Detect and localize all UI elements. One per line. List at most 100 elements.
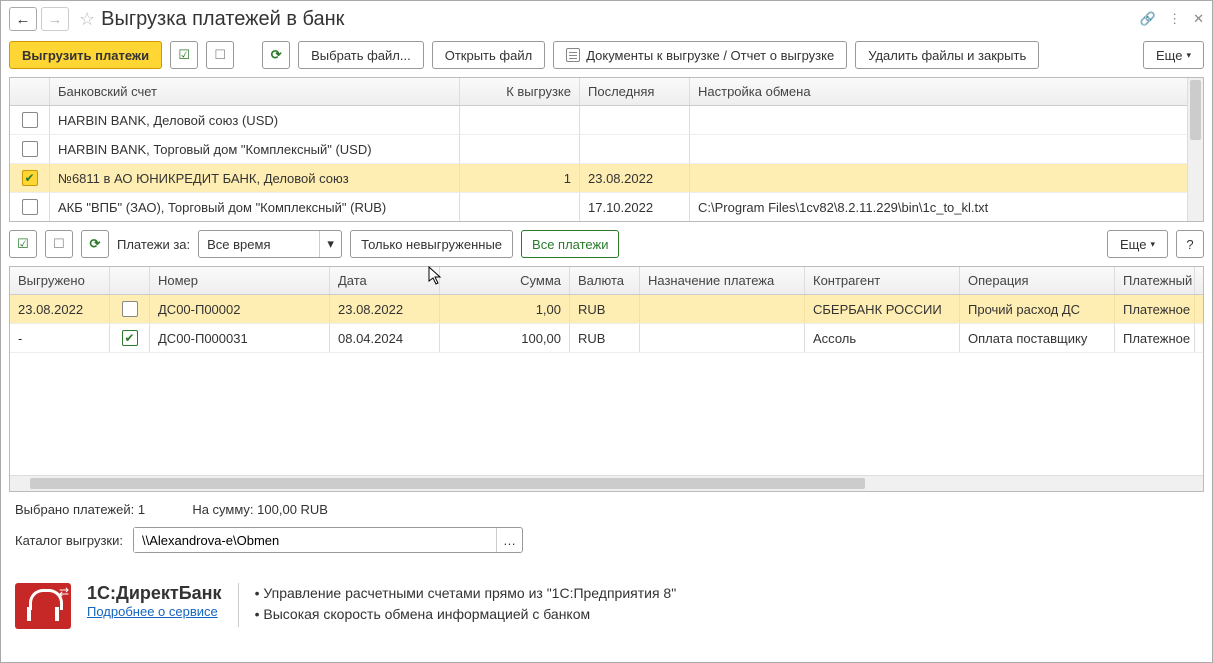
promo-separator <box>238 583 239 627</box>
select-file-button[interactable]: Выбрать файл... <box>298 41 424 69</box>
account-to-upload <box>460 135 580 163</box>
payment-doc-type: Платежное <box>1115 324 1195 352</box>
more-button-payments[interactable]: Еще▾ <box>1107 230 1168 258</box>
payment-checkbox[interactable] <box>122 330 138 346</box>
payment-row[interactable]: 23.08.2022ДС00-П0000223.08.20221,00RUBСБ… <box>10 295 1203 324</box>
payment-doc-type: Платежное <box>1115 295 1195 323</box>
account-checkbox[interactable] <box>22 199 38 215</box>
docs-report-button[interactable]: Документы к выгрузке / Отчет о выгрузке <box>553 41 847 69</box>
nav-forward-button[interactable]: → <box>41 7 69 31</box>
payment-date: 08.04.2024 <box>330 324 440 352</box>
promo-learn-more-link[interactable]: Подробнее о сервисе <box>87 604 222 619</box>
account-last-date: 17.10.2022 <box>580 193 690 221</box>
account-last-date: 23.08.2022 <box>580 164 690 192</box>
payment-row[interactable]: - ДС00-П00003108.04.2024100,00RUB АссольОп… <box>10 324 1203 353</box>
menu-dots-icon[interactable]: ⋮ <box>1168 11 1181 27</box>
help-button[interactable]: ? <box>1176 230 1204 258</box>
col-counterparty[interactable]: Контрагент <box>805 267 960 294</box>
col-purpose[interactable]: Назначение платежа <box>640 267 805 294</box>
col-sum[interactable]: Сумма <box>440 267 570 294</box>
account-config-path <box>690 106 1203 134</box>
payments-h-scrollbar[interactable] <box>10 475 1203 491</box>
col-operation[interactable]: Операция <box>960 267 1115 294</box>
promo-features: • Управление расчетными счетами прямо из… <box>255 583 677 625</box>
account-name: HARBIN BANK, Торговый дом "Комплексный" … <box>50 135 460 163</box>
account-row[interactable]: №6811 в АО ЮНИКРЕДИТ БАНК, Деловой союз1… <box>10 164 1203 193</box>
all-payments-toggle[interactable]: Все платежи <box>521 230 619 258</box>
account-row[interactable]: HARBIN BANK, Торговый дом "Комплексный" … <box>10 135 1203 164</box>
open-file-button[interactable]: Открыть файл <box>432 41 545 69</box>
payment-uploaded-date: - <box>10 324 110 352</box>
account-name: №6811 в АО ЮНИКРЕДИТ БАНК, Деловой союз <box>50 164 460 192</box>
col-last[interactable]: Последняя <box>580 78 690 105</box>
col-date[interactable]: Дата <box>330 267 440 294</box>
payment-date: 23.08.2022 <box>330 295 440 323</box>
delete-files-close-button[interactable]: Удалить файлы и закрыть <box>855 41 1039 69</box>
promo-title: 1С:ДиректБанк <box>87 583 222 604</box>
account-name: HARBIN BANK, Деловой союз (USD) <box>50 106 460 134</box>
account-row[interactable]: АКБ "ВПБ" (ЗАО), Торговый дом "Комплексн… <box>10 193 1203 222</box>
payment-uploaded-date: 23.08.2022 <box>10 295 110 323</box>
page-title: Выгрузка платежей в банк <box>101 8 1140 31</box>
payment-purpose <box>640 324 805 352</box>
payment-operation: Оплата поставщику <box>960 324 1115 352</box>
catalog-browse-button[interactable]: … <box>496 528 522 552</box>
only-not-uploaded-toggle[interactable]: Только невыгруженные <box>350 230 513 258</box>
period-dropdown[interactable]: Все время ▾ <box>198 230 342 258</box>
payment-currency: RUB <box>570 324 640 352</box>
payment-sum: 1,00 <box>440 295 570 323</box>
dropdown-caret-icon: ▾ <box>319 231 341 257</box>
refresh-button[interactable]: ⟳ <box>262 41 290 69</box>
catalog-label: Каталог выгрузки: <box>15 533 123 548</box>
account-config-path <box>690 135 1203 163</box>
catalog-path-input[interactable]: … <box>133 527 523 553</box>
account-checkbox[interactable] <box>22 141 38 157</box>
accounts-scrollbar[interactable] <box>1187 78 1203 221</box>
col-number[interactable]: Номер <box>150 267 330 294</box>
account-to-upload <box>460 106 580 134</box>
payment-currency: RUB <box>570 295 640 323</box>
col-currency[interactable]: Валюта <box>570 267 640 294</box>
uncheck-all-payments-icon[interactable]: ☐ <box>45 230 73 258</box>
upload-payments-button[interactable]: Выгрузить платежи <box>9 41 162 69</box>
account-row[interactable]: HARBIN BANK, Деловой союз (USD) <box>10 106 1203 135</box>
directbank-logo-icon: ⇄ <box>15 583 71 629</box>
payment-counterparty: Ассоль <box>805 324 960 352</box>
uncheck-all-icon[interactable]: ☐ <box>206 41 234 69</box>
more-button-top[interactable]: Еще▾ <box>1143 41 1204 69</box>
col-uploaded[interactable]: Выгружено <box>10 267 110 294</box>
col-exchange-config[interactable]: Настройка обмена <box>690 78 1203 105</box>
payments-period-label: Платежи за: <box>117 237 190 252</box>
document-icon <box>566 48 580 62</box>
link-icon[interactable]: 🔗 <box>1140 11 1156 27</box>
account-last-date <box>580 106 690 134</box>
payment-checkbox[interactable] <box>122 301 138 317</box>
col-payment-doc[interactable]: Платежный <box>1115 267 1195 294</box>
check-all-payments-icon[interactable]: ☑ <box>9 230 37 258</box>
nav-back-button[interactable]: ← <box>9 7 37 31</box>
payment-counterparty: СБЕРБАНК РОССИИ <box>805 295 960 323</box>
account-to-upload: 1 <box>460 164 580 192</box>
account-config-path <box>690 164 1203 192</box>
catalog-path-field[interactable] <box>134 528 496 552</box>
account-to-upload <box>460 193 580 221</box>
col-to-upload[interactable]: К выгрузке <box>460 78 580 105</box>
payment-purpose <box>640 295 805 323</box>
close-window-icon[interactable]: ✕ <box>1193 11 1204 27</box>
account-checkbox[interactable] <box>22 170 38 186</box>
favorite-star-icon[interactable]: ☆ <box>79 9 95 30</box>
account-config-path: C:\Program Files\1cv82\8.2.11.229\bin\1c… <box>690 193 1203 221</box>
payment-number: ДС00-П000031 <box>150 324 330 352</box>
payment-operation: Прочий расход ДС <box>960 295 1115 323</box>
refresh-payments-button[interactable]: ⟳ <box>81 230 109 258</box>
check-all-icon[interactable]: ☑ <box>170 41 198 69</box>
col-bank-account[interactable]: Банковский счет <box>50 78 460 105</box>
payment-sum: 100,00 <box>440 324 570 352</box>
summary-line: Выбрано платежей: 1 На сумму: 100,00 RUB <box>1 492 1212 523</box>
payment-number: ДС00-П00002 <box>150 295 330 323</box>
account-name: АКБ "ВПБ" (ЗАО), Торговый дом "Комплексн… <box>50 193 460 221</box>
accounts-table: Банковский счет К выгрузке Последняя Нас… <box>9 77 1204 222</box>
account-last-date <box>580 135 690 163</box>
account-checkbox[interactable] <box>22 112 38 128</box>
payments-table: Выгружено Номер Дата Сумма Валюта Назнач… <box>9 266 1204 492</box>
